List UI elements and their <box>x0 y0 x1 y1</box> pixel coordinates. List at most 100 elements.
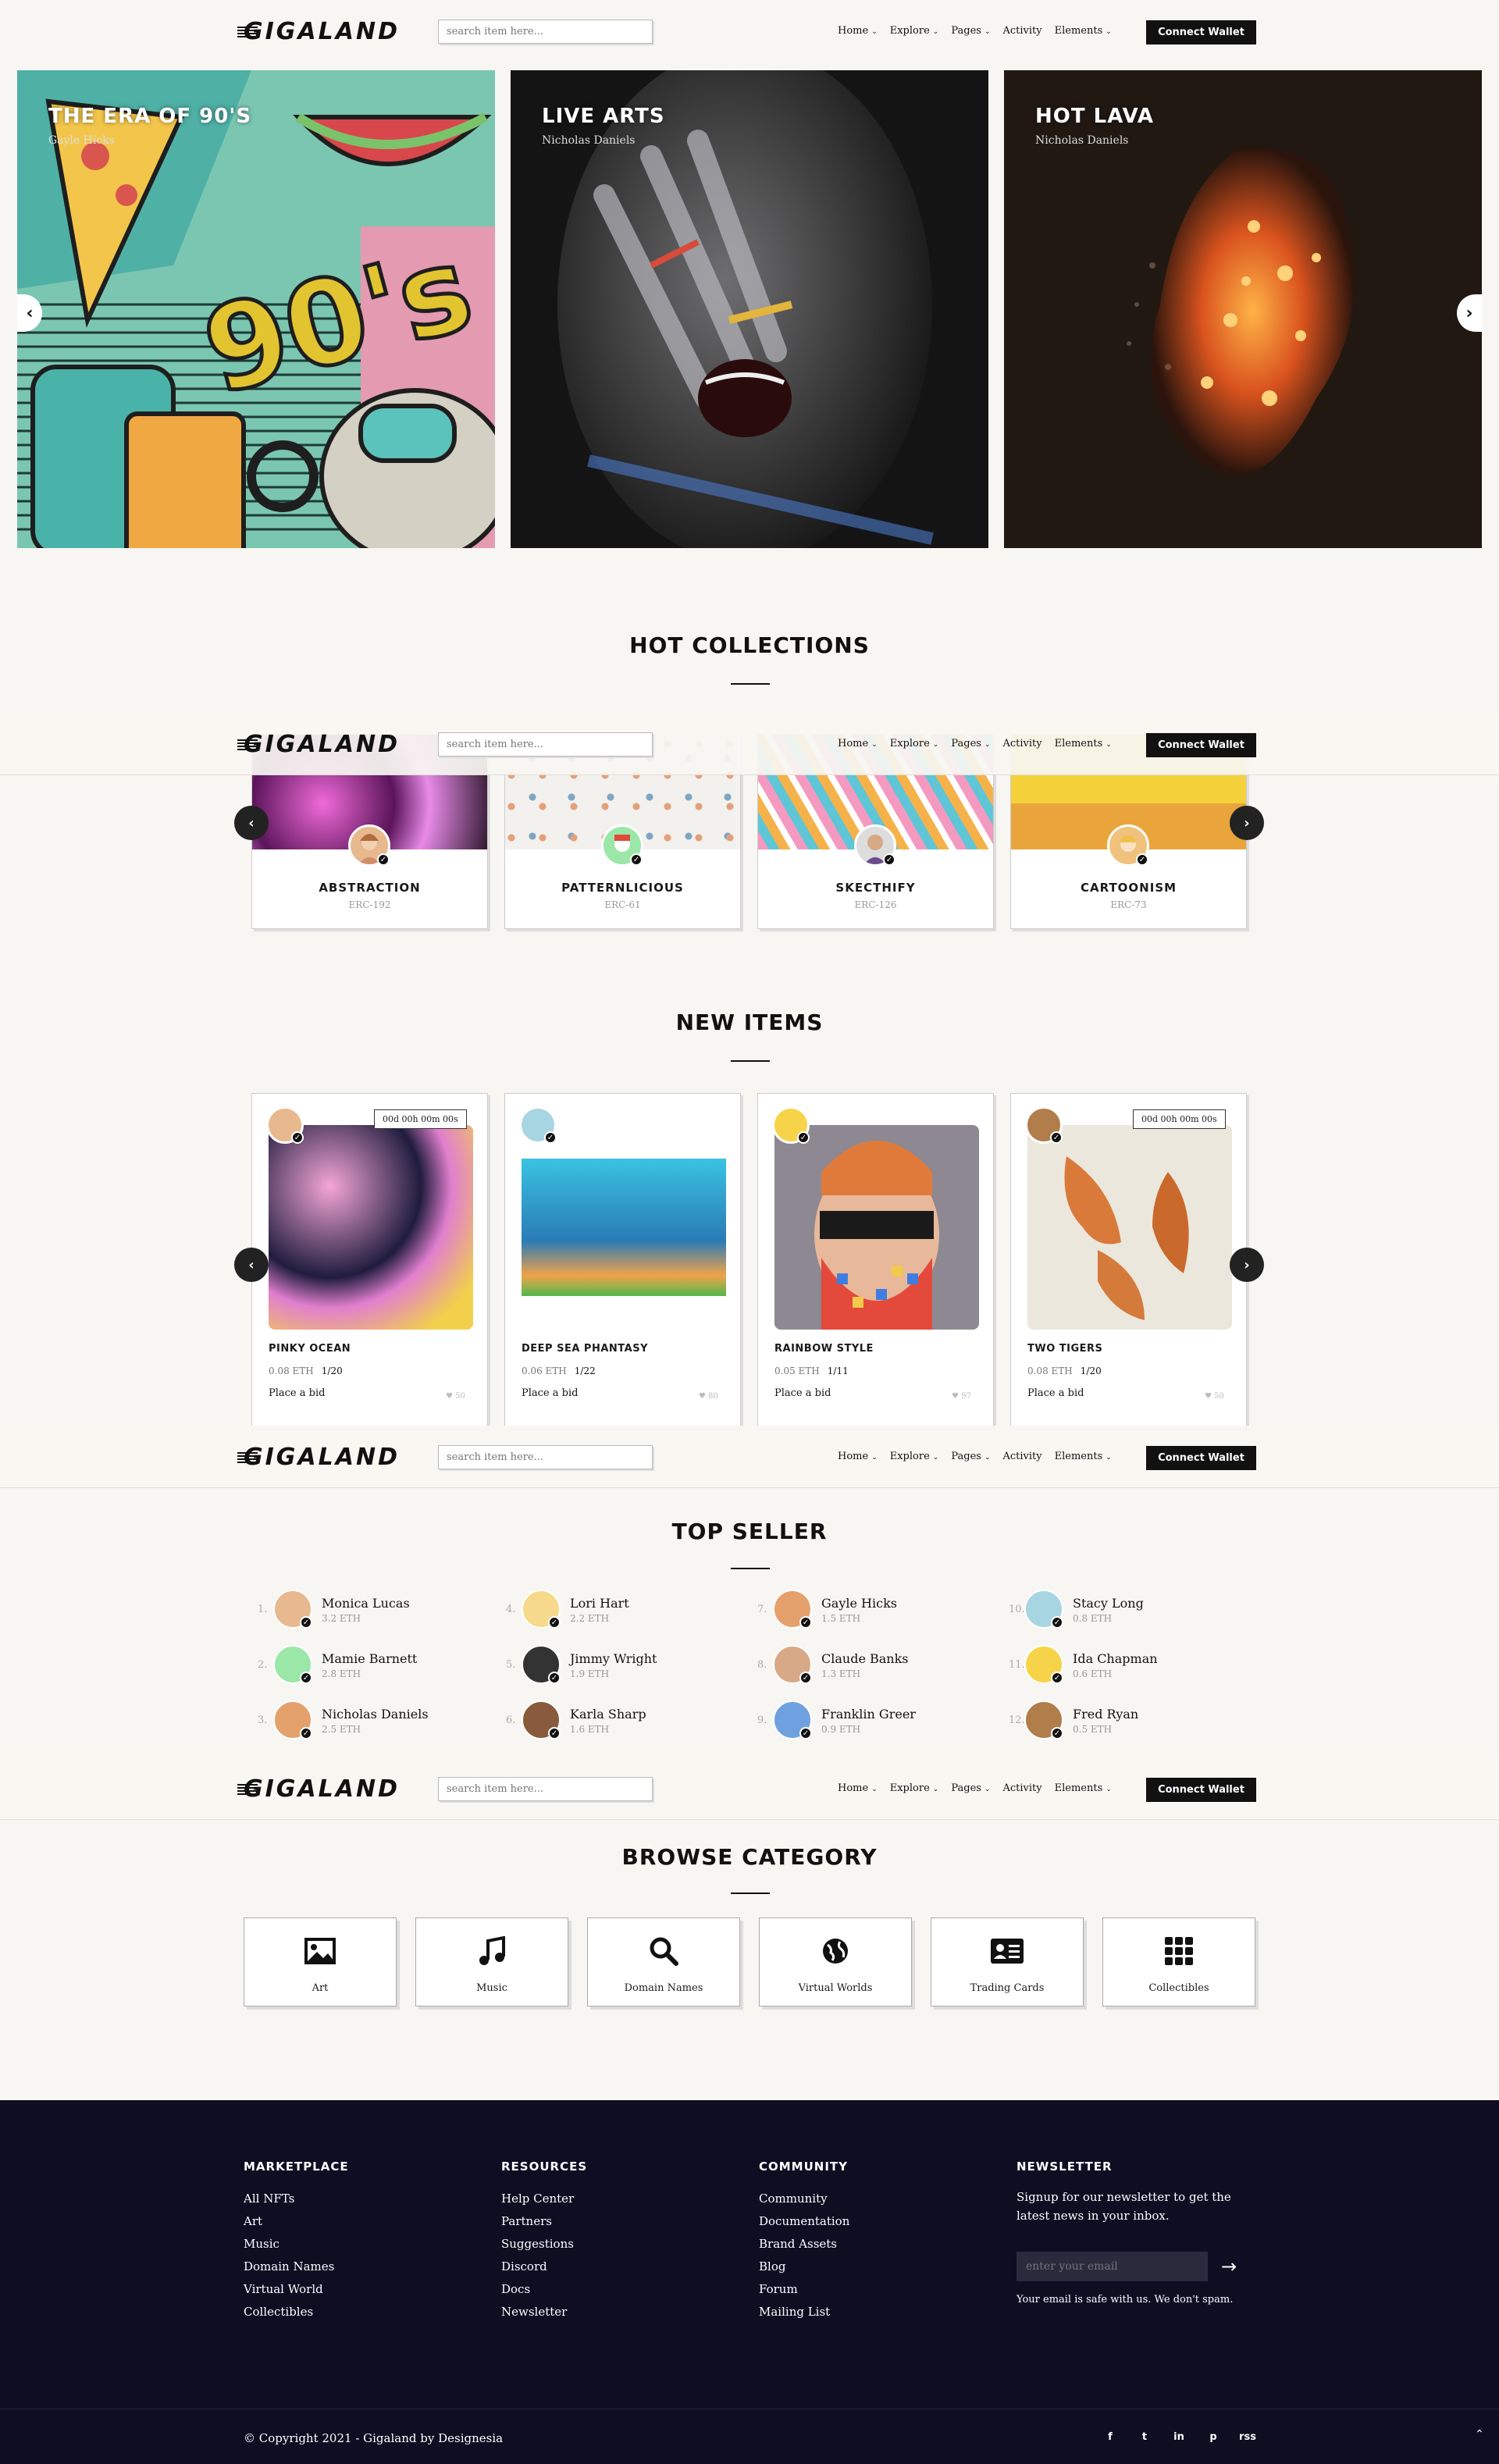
connect-wallet-button[interactable]: Connect Wallet <box>1146 20 1256 45</box>
collections-prev-button[interactable]: ‹ <box>234 806 269 840</box>
menu-home[interactable]: Home ⌄ <box>838 738 878 750</box>
menu-home[interactable]: Home ⌄ <box>838 1782 878 1794</box>
seller-item[interactable]: 11. ✓ Ida Chapman 0.6 ETH <box>1009 1643 1243 1690</box>
menu-activity[interactable]: Activity <box>1002 25 1041 37</box>
footer-link[interactable]: Mailing List <box>759 2301 849 2323</box>
items-prev-button[interactable]: ‹ <box>234 1248 269 1282</box>
item-title[interactable]: TWO TIGERS <box>1027 1343 1102 1355</box>
item-card[interactable]: ✓ 00d 00h 00m 00s PINKY OCEAN 0.08 ETH 1/… <box>251 1093 488 1429</box>
menu-pages[interactable]: Pages ⌄ <box>951 738 990 750</box>
menu-pages[interactable]: Pages ⌄ <box>951 1451 990 1462</box>
place-bid-link[interactable]: Place a bid <box>522 1387 578 1399</box>
footer-link[interactable]: Music <box>244 2233 349 2256</box>
seller-item[interactable]: 12. ✓ Fred Ryan 0.5 ETH <box>1009 1699 1243 1746</box>
seller-item[interactable]: 10. ✓ Stacy Long 0.8 ETH <box>1009 1588 1243 1635</box>
item-card[interactable]: ✓ 00d 00h 00m 00s TWO TIGERS 0.08 ETH 1/2… <box>1010 1093 1247 1429</box>
search-input[interactable] <box>438 1777 653 1801</box>
menu-explore[interactable]: Explore ⌄ <box>890 1782 939 1794</box>
hero-slide-2[interactable]: LIVE ARTS Nicholas Daniels <box>511 70 988 548</box>
menu-elements[interactable]: Elements ⌄ <box>1055 1451 1112 1462</box>
category-trading-cards[interactable]: Trading Cards <box>931 1917 1084 2006</box>
seller-item[interactable]: 9. ✓ Franklin Greer 0.9 ETH <box>757 1699 992 1746</box>
footer-link[interactable]: Domain Names <box>244 2256 349 2278</box>
place-bid-link[interactable]: Place a bid <box>774 1387 831 1399</box>
place-bid-link[interactable]: Place a bid <box>1027 1387 1084 1399</box>
hero-slide-1[interactable]: 90's THE ERA OF 90'S Gayle Hicks <box>17 70 495 548</box>
category-music[interactable]: Music <box>415 1917 568 2006</box>
seller-item[interactable]: 5. ✓ Jimmy Wright 1.9 ETH <box>506 1643 740 1690</box>
footer-link[interactable]: Virtual World <box>244 2278 349 2301</box>
logo[interactable]: GIGALAND <box>237 1446 400 1469</box>
footer-link[interactable]: Help Center <box>501 2188 587 2210</box>
item-card[interactable]: ✓ RAINBOW STYLE 0.05 ETH 1/11 Place a bid… <box>757 1093 994 1429</box>
category-art[interactable]: Art <box>244 1917 397 2006</box>
connect-wallet-button[interactable]: Connect Wallet <box>1146 1446 1256 1470</box>
facebook-icon[interactable]: f <box>1093 2431 1127 2443</box>
seller-item[interactable]: 2. ✓ Mamie Barnett 2.8 ETH <box>258 1643 492 1690</box>
newsletter-submit-arrow-icon[interactable]: → <box>1221 2252 1237 2281</box>
logo[interactable]: GIGALAND <box>237 20 400 44</box>
like-button[interactable]: ♥ 97 <box>952 1392 971 1401</box>
menu-activity[interactable]: Activity <box>1002 1451 1041 1462</box>
menu-explore[interactable]: Explore ⌄ <box>890 25 939 37</box>
collections-next-button[interactable]: › <box>1230 806 1264 840</box>
menu-pages[interactable]: Pages ⌄ <box>951 25 990 37</box>
item-card[interactable]: ✓ DEEP SEA PHANTASY 0.06 ETH 1/22 Place a… <box>504 1093 741 1429</box>
search-input[interactable] <box>438 20 653 44</box>
footer-link[interactable]: Brand Assets <box>759 2233 849 2256</box>
place-bid-link[interactable]: Place a bid <box>269 1387 325 1399</box>
footer-link[interactable]: Community <box>759 2188 849 2210</box>
footer-link[interactable]: Discord <box>501 2256 587 2278</box>
item-title[interactable]: RAINBOW STYLE <box>774 1343 874 1355</box>
item-title[interactable]: DEEP SEA PHANTASY <box>522 1343 648 1355</box>
menu-pages[interactable]: Pages ⌄ <box>951 1782 990 1794</box>
item-title[interactable]: PINKY OCEAN <box>269 1343 351 1355</box>
linkedin-icon[interactable]: in <box>1162 2431 1196 2443</box>
twitter-icon[interactable]: t <box>1127 2431 1162 2443</box>
menu-elements[interactable]: Elements ⌄ <box>1055 1782 1112 1794</box>
search-input[interactable] <box>438 1445 653 1469</box>
footer-link[interactable]: Newsletter <box>501 2301 587 2323</box>
seller-item[interactable]: 8. ✓ Claude Banks 1.3 ETH <box>757 1643 992 1690</box>
menu-home[interactable]: Home ⌄ <box>838 1451 878 1462</box>
back-to-top-button[interactable]: ⌃ <box>1468 2428 1491 2452</box>
menu-activity[interactable]: Activity <box>1002 738 1041 750</box>
category-virtual-worlds[interactable]: Virtual Worlds <box>759 1917 912 2006</box>
item-price: 0.08 ETH 1/20 <box>1027 1366 1102 1376</box>
search-input[interactable] <box>438 732 653 757</box>
menu-home[interactable]: Home ⌄ <box>838 25 878 37</box>
logo[interactable]: GIGALAND <box>237 733 400 757</box>
category-collectibles[interactable]: Collectibles <box>1102 1917 1255 2006</box>
footer-link[interactable]: Partners <box>501 2210 587 2233</box>
newsletter-email-input[interactable] <box>1017 2252 1208 2281</box>
menu-elements[interactable]: Elements ⌄ <box>1055 738 1112 750</box>
pinterest-icon[interactable]: p <box>1196 2431 1230 2443</box>
like-button[interactable]: ♥ 80 <box>699 1392 718 1401</box>
seller-item[interactable]: 6. ✓ Karla Sharp 1.6 ETH <box>506 1699 740 1746</box>
seller-item[interactable]: 4. ✓ Lori Hart 2.2 ETH <box>506 1588 740 1635</box>
menu-explore[interactable]: Explore ⌄ <box>890 738 939 750</box>
seller-item[interactable]: 1. ✓ Monica Lucas 3.2 ETH <box>258 1588 492 1635</box>
footer-link[interactable]: Suggestions <box>501 2233 587 2256</box>
footer-link[interactable]: Art <box>244 2210 349 2233</box>
footer-link[interactable]: Collectibles <box>244 2301 349 2323</box>
items-next-button[interactable]: › <box>1230 1248 1264 1282</box>
connect-wallet-button[interactable]: Connect Wallet <box>1146 1778 1256 1802</box>
hero-slide-3[interactable]: HOT LAVA Nicholas Daniels <box>1004 70 1482 548</box>
menu-elements[interactable]: Elements ⌄ <box>1055 25 1112 37</box>
footer-link[interactable]: Documentation <box>759 2210 849 2233</box>
logo[interactable]: GIGALAND <box>237 1778 400 1801</box>
connect-wallet-button[interactable]: Connect Wallet <box>1146 733 1256 757</box>
footer-link[interactable]: Blog <box>759 2256 849 2278</box>
seller-item[interactable]: 7. ✓ Gayle Hicks 1.5 ETH <box>757 1588 992 1635</box>
category-domain-names[interactable]: Domain Names <box>587 1917 740 2006</box>
seller-item[interactable]: 3. ✓ Nicholas Daniels 2.5 ETH <box>258 1699 492 1746</box>
menu-explore[interactable]: Explore ⌄ <box>890 1451 939 1462</box>
menu-activity[interactable]: Activity <box>1002 1782 1041 1794</box>
like-button[interactable]: ♥ 50 <box>1205 1392 1224 1401</box>
like-button[interactable]: ♥ 50 <box>446 1392 465 1401</box>
footer-link[interactable]: Forum <box>759 2278 849 2301</box>
footer-link[interactable]: Docs <box>501 2278 587 2301</box>
rss-icon[interactable]: rss <box>1230 2431 1265 2443</box>
footer-link[interactable]: All NFTs <box>244 2188 349 2210</box>
